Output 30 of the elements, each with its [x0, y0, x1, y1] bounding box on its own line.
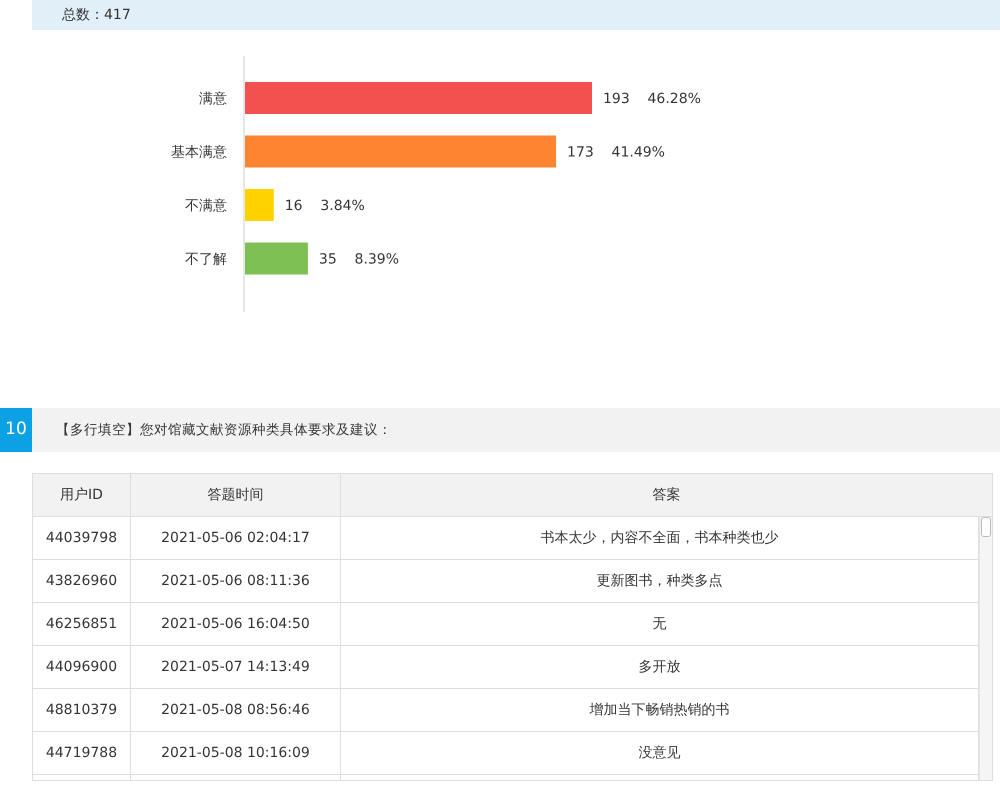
scrollbar-thumb[interactable]	[981, 517, 991, 537]
table-cell: 44719788	[33, 732, 131, 774]
bar	[245, 189, 274, 221]
category-label: 满意	[199, 91, 227, 107]
value-label: 16 3.84%	[284, 198, 365, 214]
category-label: 不满意	[185, 198, 227, 214]
column-header: 答题时间	[131, 474, 341, 516]
question-title: 【多行填空】您对馆藏文献资源种类具体要求及建议：	[32, 408, 1000, 452]
table-cell: 43826960	[33, 560, 131, 602]
table-cell: 2021-05-06 02:04:17	[131, 517, 341, 559]
table-cell: 48810379	[33, 689, 131, 731]
table-cell: 2021-05-06 08:11:36	[131, 560, 341, 602]
total-count: 总数：417	[62, 6, 131, 24]
table-cell: 2021-05-06 16:04:50	[131, 603, 341, 645]
column-header: 答案	[652, 486, 682, 504]
table-cell: 2021-05-08 10:16:09	[131, 732, 341, 774]
scrollbar[interactable]	[979, 517, 992, 780]
category-label: 不了解	[185, 252, 227, 268]
column-header: 用户ID	[33, 474, 131, 516]
value-label: 173 41.49%	[567, 144, 665, 160]
table-cell: 44096900	[33, 646, 131, 688]
category-label: 基本满意	[171, 144, 227, 160]
value-label: 193 46.28%	[603, 91, 701, 107]
table-cell: 2021-05-08 08:56:46	[131, 689, 341, 731]
table-cell: 46256851	[33, 603, 131, 645]
question-number: 10	[0, 408, 32, 452]
table-cell: 2021-05-07 14:13:49	[131, 646, 341, 688]
bar	[245, 242, 308, 274]
value-label: 35 8.39%	[318, 252, 400, 268]
table-cell: 44039798	[33, 517, 131, 559]
